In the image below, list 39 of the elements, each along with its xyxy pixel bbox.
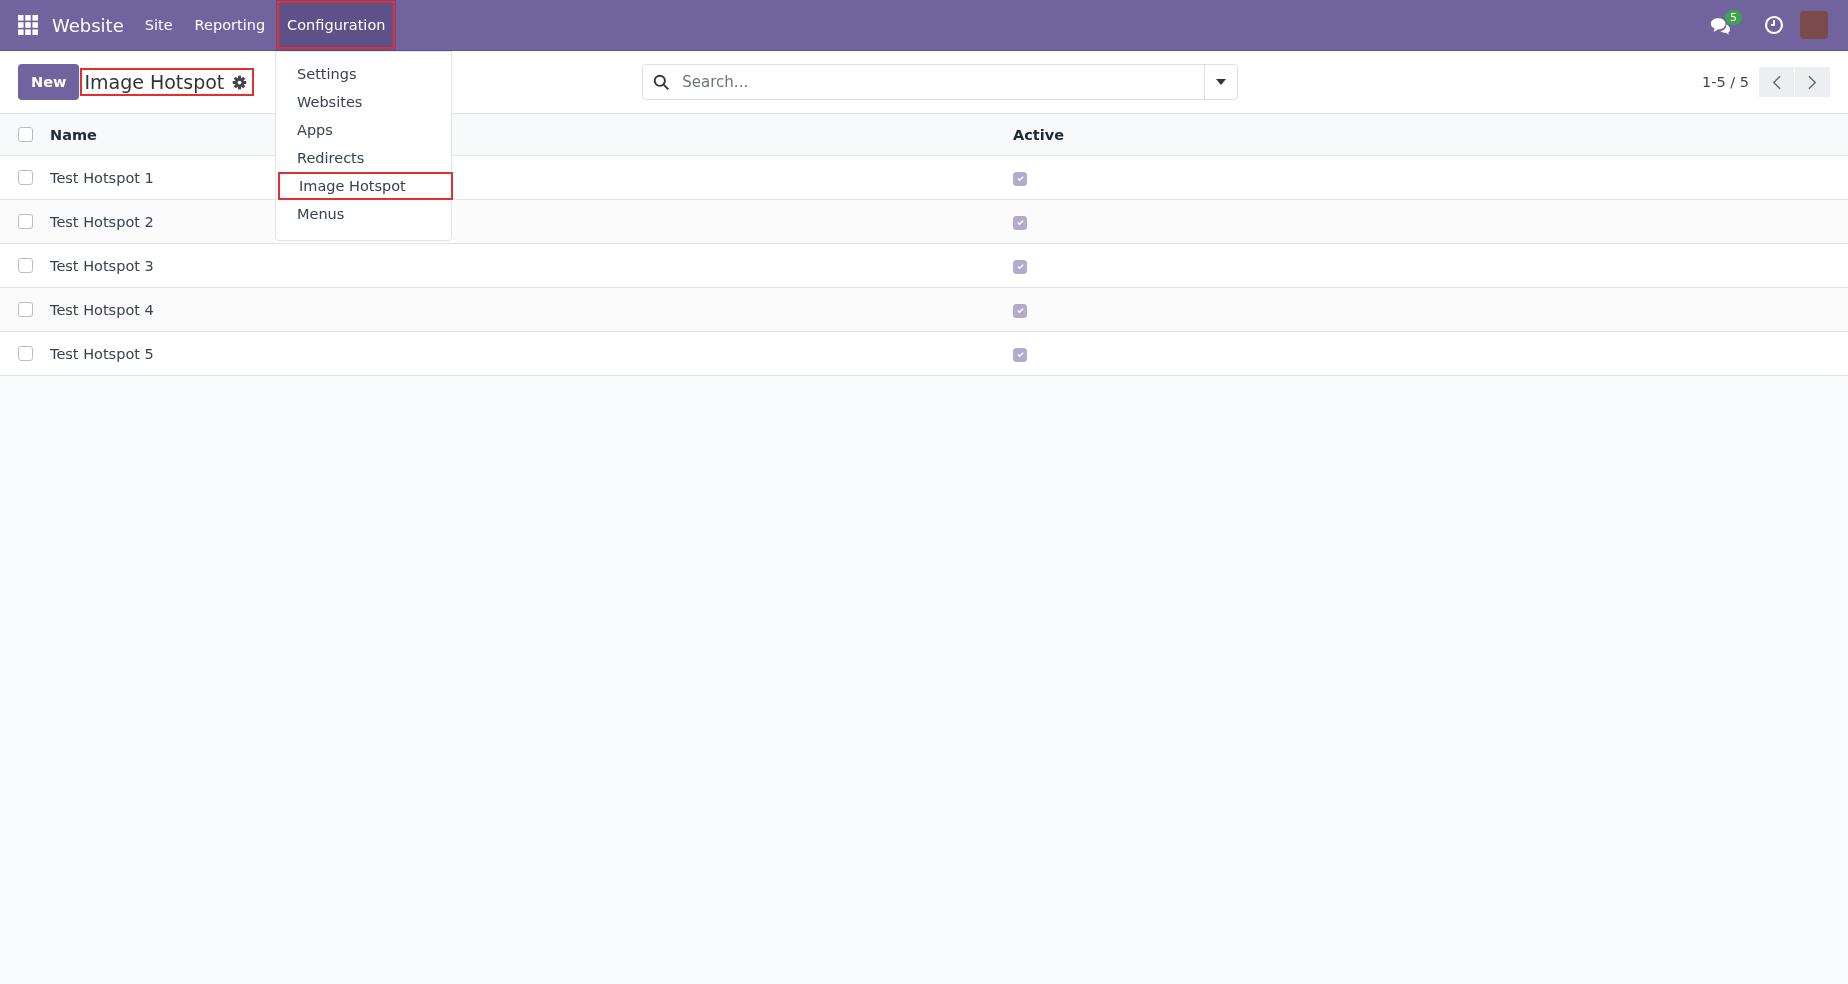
table-cell: Test Hotspot 3 [50,257,154,274]
chat-icon[interactable] [1709,15,1731,35]
column-header[interactable]: Name [50,126,97,143]
row-checkbox[interactable] [17,214,33,229]
dropdown-item[interactable]: Image Hotspot [278,172,453,200]
search-field[interactable]: Search... [642,64,1239,100]
table-cell: Test Hotspot 4 [50,301,154,318]
caret-icon [1216,79,1227,85]
title-text: Image Hotspot [84,71,225,93]
row-checkbox[interactable] [17,258,33,273]
row-checkbox[interactable] [17,346,33,361]
table-row[interactable]: Test Hotspot 4 [0,288,1848,332]
table-cell: Test Hotspot 1 [50,169,154,186]
row-checkbox[interactable] [17,170,33,185]
pager-value[interactable]: 1-5 / 5 [1702,74,1749,90]
app-name[interactable]: Website [52,14,124,36]
next-page-button[interactable] [1795,67,1830,97]
navbar-menu[interactable]: Configuration [276,0,397,50]
search-input[interactable]: Search... [680,72,1205,92]
app-grid-icon[interactable] [18,15,38,35]
clock-icon[interactable] [1764,15,1784,35]
navbar-menu[interactable]: Reporting [183,0,277,50]
table-cell: Test Hotspot 2 [50,213,154,230]
table-cell: Test Hotspot 5 [50,345,154,362]
navbar-menu[interactable]: Site [133,0,184,50]
dropdown-item[interactable]: Websites [276,88,451,116]
dropdown-item[interactable]: Apps [276,116,451,144]
chevron-right-icon [1808,74,1817,90]
dropdown-item[interactable]: Settings [276,60,451,88]
column-header[interactable]: Active [1013,126,1064,143]
row-checkbox[interactable] [17,302,33,317]
dropdown-item[interactable]: Menus [276,200,451,228]
previous-page-button[interactable] [1759,67,1794,97]
search-icon [653,73,671,91]
select-all-checkbox[interactable] [17,127,33,142]
chevron-left-icon [1772,74,1781,90]
message-count-badge: 5 [1725,9,1742,25]
settings-icon[interactable] [232,74,248,90]
new-button[interactable]: New [18,64,80,100]
